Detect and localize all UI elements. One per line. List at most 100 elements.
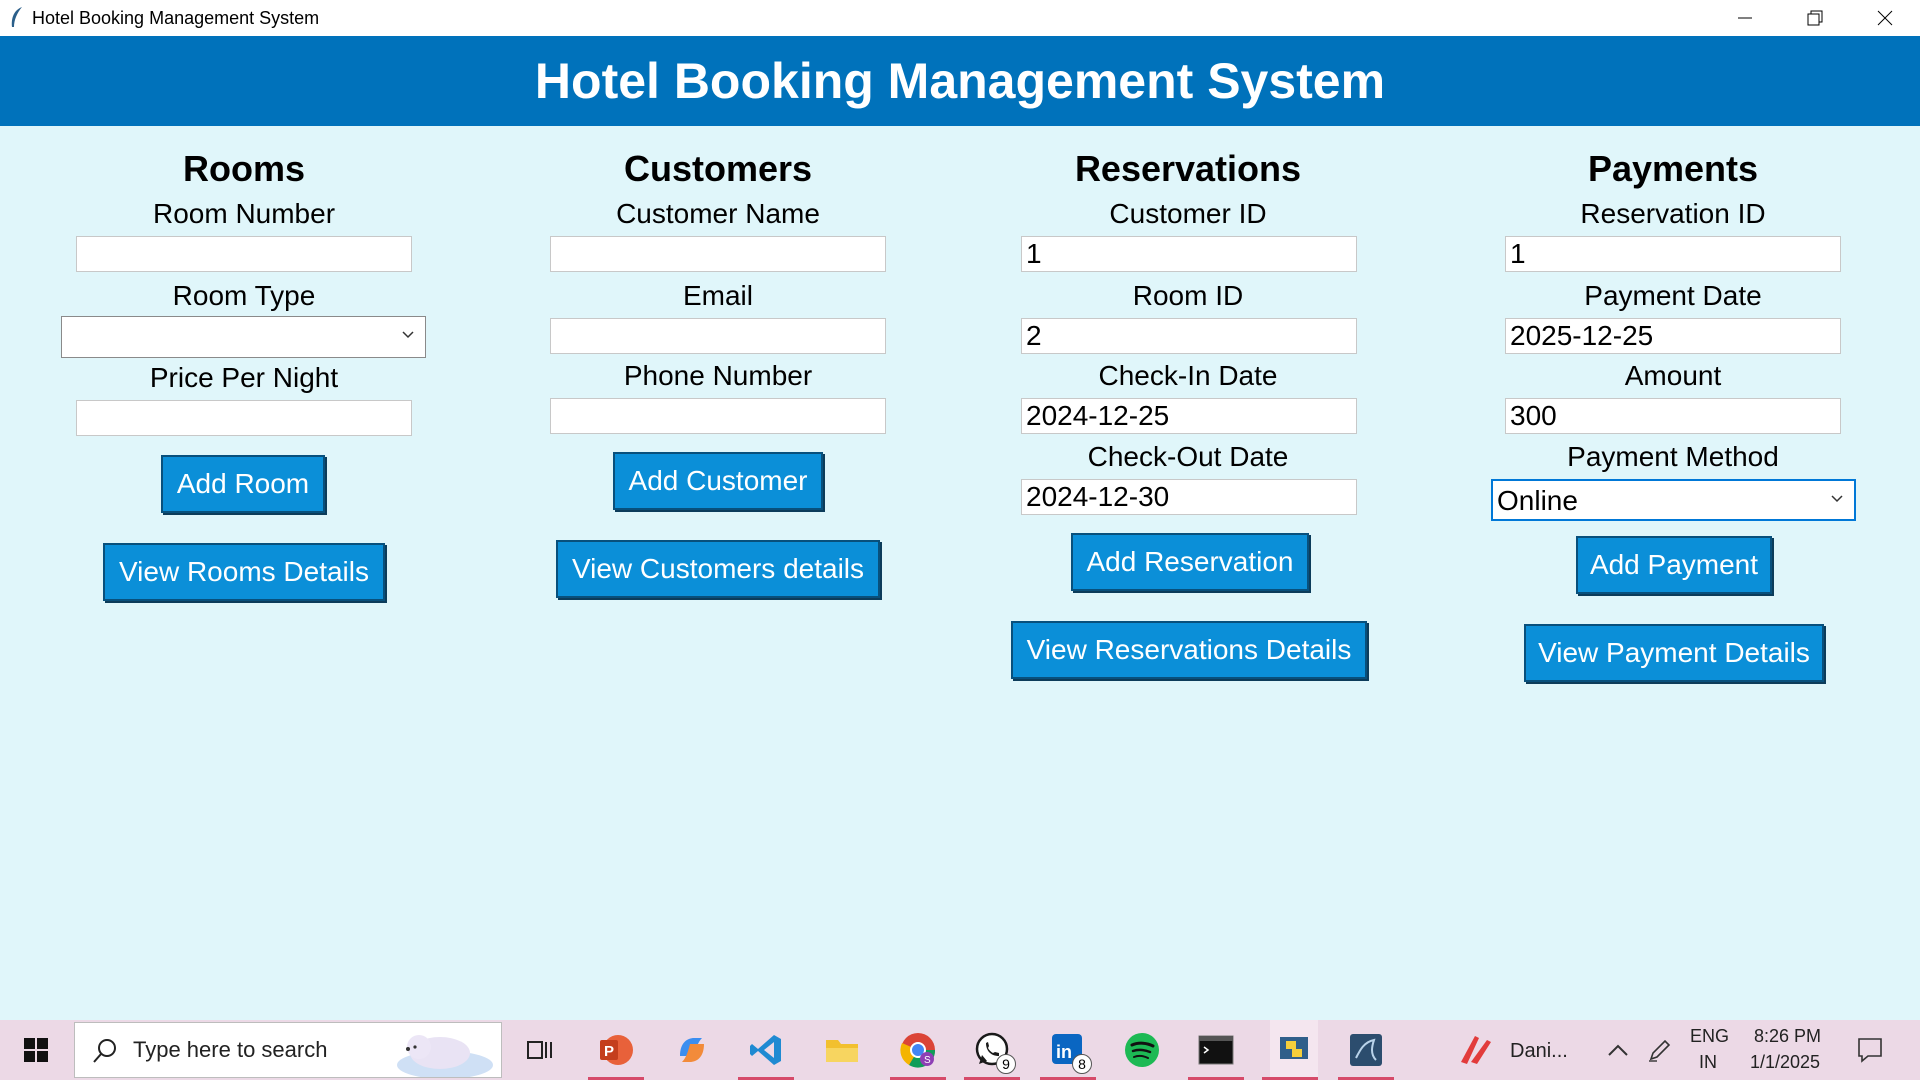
whatsapp-badge: 9 bbox=[996, 1054, 1016, 1074]
check-out-date-label: Check-Out Date bbox=[1087, 441, 1289, 472]
taskbar-terminal[interactable] bbox=[1196, 1030, 1236, 1070]
feather-icon bbox=[11, 7, 22, 27]
window-title: Hotel Booking Management System bbox=[32, 8, 320, 28]
taskbar-spotify[interactable] bbox=[1122, 1030, 1162, 1070]
red-logo-icon bbox=[1461, 1036, 1491, 1064]
customer-name-input[interactable] bbox=[550, 236, 886, 272]
clock-date: 1/1/2025 bbox=[1750, 1052, 1821, 1072]
taskbar-chrome[interactable]: S bbox=[898, 1030, 938, 1070]
taskbar: Type here to search P S 9 in 8 Dani... E… bbox=[0, 1020, 1920, 1080]
taskbar-linkedin[interactable]: in 8 bbox=[1048, 1030, 1092, 1074]
chevron-up-icon bbox=[1608, 1044, 1628, 1056]
pen-icon bbox=[1649, 1039, 1671, 1062]
copilot-icon bbox=[680, 1038, 704, 1062]
reservations-heading: Reservations bbox=[1074, 148, 1302, 189]
check-out-date-input[interactable] bbox=[1021, 479, 1357, 515]
task-view-icon bbox=[527, 1041, 552, 1059]
minimize-icon bbox=[1738, 17, 1752, 19]
phone-number-label: Phone Number bbox=[623, 360, 813, 391]
payment-date-input[interactable] bbox=[1505, 318, 1841, 354]
check-in-date-input[interactable] bbox=[1021, 398, 1357, 434]
notification-icon bbox=[1858, 1038, 1882, 1063]
customer-id-input[interactable] bbox=[1021, 236, 1357, 272]
amount-label: Amount bbox=[1624, 360, 1722, 391]
view-reservations-details-button[interactable]: View Reservations Details bbox=[1011, 621, 1367, 679]
price-per-night-input[interactable] bbox=[76, 400, 412, 436]
price-per-night-label: Price Per Night bbox=[149, 362, 339, 393]
payments-heading: Payments bbox=[1587, 148, 1759, 189]
mysql-workbench-icon bbox=[1350, 1034, 1382, 1066]
email-input[interactable] bbox=[550, 318, 886, 354]
linkedin-badge: 8 bbox=[1072, 1054, 1092, 1074]
taskbar-vscode[interactable] bbox=[746, 1030, 786, 1070]
close-icon bbox=[1877, 10, 1893, 26]
chrome-icon: S bbox=[900, 1033, 936, 1068]
payment-method-select[interactable]: Online bbox=[1491, 479, 1856, 521]
notifications-button[interactable] bbox=[1850, 1030, 1890, 1070]
customers-heading: Customers bbox=[623, 148, 813, 189]
payment-date-label: Payment Date bbox=[1584, 280, 1762, 311]
python-icon bbox=[1280, 1037, 1308, 1059]
room-id-label: Room ID bbox=[1132, 280, 1244, 311]
chevron-down-icon bbox=[1831, 495, 1843, 503]
add-customer-button[interactable]: Add Customer bbox=[613, 452, 823, 510]
add-room-button[interactable]: Add Room bbox=[161, 455, 325, 513]
taskbar-powerpoint[interactable]: P bbox=[596, 1030, 636, 1070]
vscode-icon bbox=[750, 1035, 781, 1065]
taskbar-search-box[interactable]: Type here to search bbox=[74, 1022, 502, 1078]
view-payment-details-button[interactable]: View Payment Details bbox=[1524, 624, 1824, 682]
rooms-heading: Rooms bbox=[182, 148, 305, 189]
add-payment-button[interactable]: Add Payment bbox=[1576, 536, 1772, 594]
folder-icon bbox=[826, 1040, 858, 1062]
phone-number-input[interactable] bbox=[550, 398, 886, 434]
pinned-app-label: Dani... bbox=[1510, 1040, 1568, 1062]
svg-text:S: S bbox=[924, 1055, 931, 1066]
room-id-input[interactable] bbox=[1021, 318, 1357, 354]
taskbar-whatsapp[interactable]: 9 bbox=[972, 1030, 1016, 1074]
room-number-label: Room Number bbox=[152, 198, 336, 229]
restore-button[interactable] bbox=[1780, 0, 1850, 36]
main-content: Rooms Room Number Room Type Price Per Ni… bbox=[0, 126, 1920, 1020]
taskbar-mysql-workbench[interactable] bbox=[1346, 1030, 1386, 1070]
app-title: Hotel Booking Management System bbox=[534, 53, 1386, 109]
room-type-label: Room Type bbox=[172, 280, 316, 311]
minimize-button[interactable] bbox=[1710, 0, 1780, 36]
payment-method-label: Payment Method bbox=[1567, 441, 1779, 472]
reservation-id-input[interactable] bbox=[1505, 236, 1841, 272]
language-bottom: IN bbox=[1699, 1052, 1717, 1072]
task-view-button[interactable] bbox=[520, 1030, 560, 1070]
payment-method-value: Online bbox=[1497, 485, 1578, 516]
windows-icon bbox=[24, 1038, 48, 1062]
close-button[interactable] bbox=[1850, 0, 1920, 36]
spotify-icon bbox=[1125, 1033, 1159, 1067]
room-number-input[interactable] bbox=[76, 236, 412, 272]
language-top[interactable]: ENG bbox=[1690, 1026, 1729, 1047]
view-rooms-details-button[interactable]: View Rooms Details bbox=[103, 543, 385, 601]
restore-icon bbox=[1807, 10, 1823, 26]
pen-menu-button[interactable] bbox=[1640, 1030, 1680, 1070]
amount-input[interactable] bbox=[1505, 398, 1841, 434]
terminal-icon bbox=[1198, 1035, 1234, 1065]
search-icon bbox=[93, 1039, 116, 1063]
check-in-date-label: Check-In Date bbox=[1098, 360, 1278, 391]
add-reservation-button[interactable]: Add Reservation bbox=[1071, 533, 1309, 591]
taskbar-copilot[interactable] bbox=[672, 1030, 712, 1070]
app-header: Hotel Booking Management System bbox=[0, 36, 1920, 126]
clock-time[interactable]: 8:26 PM bbox=[1754, 1026, 1821, 1047]
customer-id-label: Customer ID bbox=[1109, 198, 1267, 229]
start-button[interactable] bbox=[16, 1030, 56, 1070]
polar-bear-icon bbox=[397, 1035, 493, 1077]
customer-name-label: Customer Name bbox=[616, 198, 820, 229]
taskbar-file-explorer[interactable] bbox=[822, 1030, 862, 1070]
view-customers-details-button[interactable]: View Customers details bbox=[556, 540, 880, 598]
room-type-select[interactable] bbox=[61, 316, 426, 358]
svg-text:in: in bbox=[1056, 1042, 1072, 1062]
show-hidden-icons-button[interactable] bbox=[1598, 1030, 1638, 1070]
powerpoint-icon: P bbox=[600, 1035, 633, 1065]
taskbar-pinned-app[interactable] bbox=[1456, 1030, 1496, 1070]
chevron-down-icon bbox=[402, 331, 414, 339]
search-placeholder: Type here to search bbox=[133, 1037, 328, 1062]
reservation-id-label: Reservation ID bbox=[1580, 198, 1766, 229]
email-label: Email bbox=[682, 280, 753, 311]
taskbar-python[interactable] bbox=[1270, 1020, 1318, 1078]
